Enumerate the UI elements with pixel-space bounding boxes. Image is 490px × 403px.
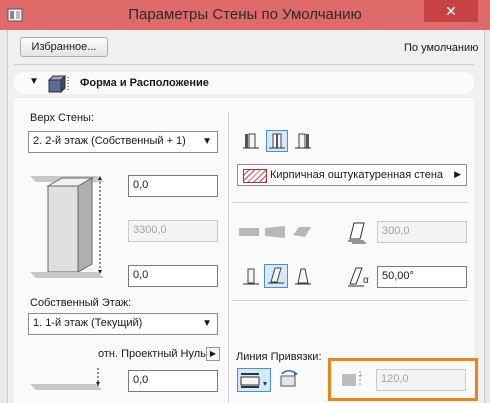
home-story-label: Собственный Этаж:	[30, 297, 132, 309]
top-divider	[14, 64, 474, 65]
reference-line-position-icon[interactable]	[237, 368, 271, 392]
slanted-profile-icon[interactable]	[264, 264, 288, 288]
top-link-select[interactable]: 2. 2-й этаж (Собственный + 1) ▼	[28, 131, 218, 153]
slant-angle-icon: α	[348, 267, 369, 287]
home-story-value: 1. 1-й этаж (Текущий)	[33, 317, 143, 329]
wall-height-diagram	[30, 176, 104, 278]
svg-text:α: α	[363, 275, 369, 286]
window-title: Параметры Стены по Умолчанию	[128, 6, 362, 23]
chevron-right-icon: ▶	[454, 169, 461, 179]
brick-pattern-icon	[243, 169, 267, 183]
top-offset-input[interactable]: 0,0	[128, 175, 218, 197]
chevron-down-icon: ▼	[202, 136, 212, 147]
project-zero-label: отн. Проектный Нуль	[98, 348, 206, 360]
reference-line-label: Линия Привязки:	[236, 351, 322, 363]
collapse-triangle-icon[interactable]: ▼	[29, 76, 39, 87]
top-link-value: 2. 2-й этаж (Собственный + 1)	[33, 135, 186, 147]
straight-profile-icon[interactable]	[240, 266, 262, 288]
polygon-wall-icon	[290, 221, 314, 243]
section-title: Форма и Расположение	[80, 77, 209, 89]
trapezoid-wall-icon	[263, 221, 287, 243]
straight-wall-icon	[237, 221, 261, 243]
chevron-down-icon: ▼	[202, 318, 212, 329]
material-name: Кирпичная оштукатуренная стена	[270, 169, 444, 181]
close-button[interactable]: ✕	[424, 0, 478, 22]
wall-outside-icon[interactable]	[240, 130, 262, 152]
wall-shape-icon	[47, 74, 69, 94]
slant-angle-input[interactable]: 50,00°	[377, 266, 467, 288]
base-elevation-icon	[30, 368, 102, 390]
wall-height-input[interactable]: 3300,0	[128, 220, 218, 242]
wall-center-icon[interactable]	[266, 130, 288, 152]
reference-divider	[232, 300, 468, 301]
highlight-box	[328, 358, 478, 401]
thickness-icon	[348, 222, 366, 244]
favorites-button[interactable]: Избранное...	[20, 37, 108, 57]
material-divider	[232, 202, 468, 203]
thickness-input[interactable]: 300,0	[377, 221, 467, 243]
project-zero-menu-arrow-icon[interactable]: ▶	[206, 347, 220, 361]
double-slanted-profile-icon[interactable]	[292, 266, 314, 288]
base-elevation-input[interactable]: 0,0	[128, 370, 218, 392]
column-divider	[228, 112, 229, 403]
default-label: По умолчанию	[404, 42, 479, 54]
wall-inside-icon[interactable]	[292, 130, 314, 152]
title-bar: Параметры Стены по Умолчанию ✕	[0, 0, 490, 30]
home-story-select[interactable]: 1. 1-й этаж (Текущий) ▼	[28, 313, 218, 335]
bottom-offset-input[interactable]: 0,0	[128, 265, 218, 287]
material-select[interactable]: Кирпичная оштукатуренная стена ▶	[237, 164, 467, 186]
swap-reference-side-icon[interactable]	[276, 368, 302, 392]
top-link-label: Верх Стены:	[30, 112, 95, 124]
